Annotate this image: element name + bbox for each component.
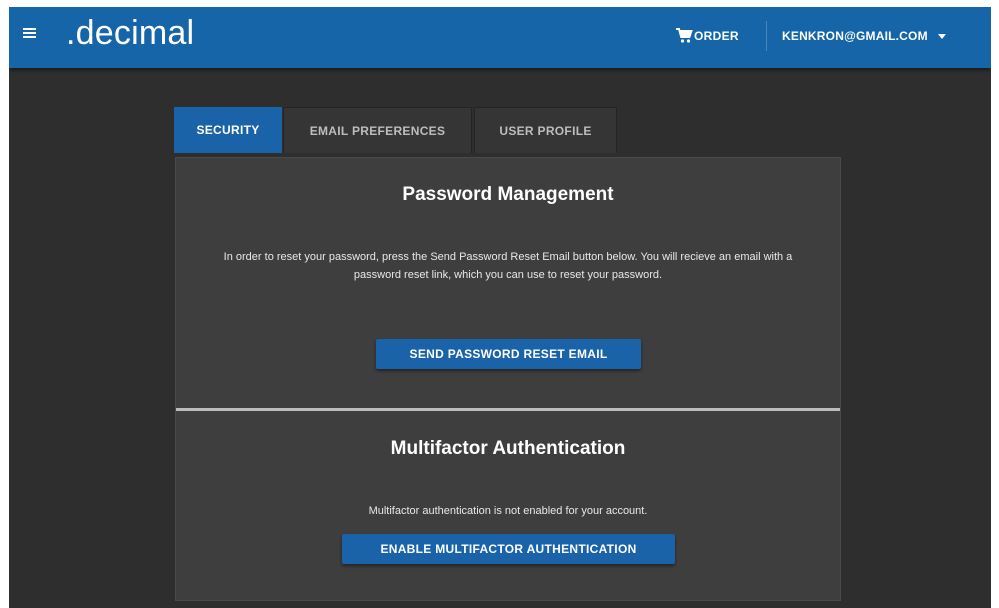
app-logo[interactable]: .decimal	[66, 13, 194, 53]
security-panel: Password Management In order to reset yo…	[175, 157, 841, 601]
send-password-reset-button[interactable]: SEND PASSWORD RESET EMAIL	[376, 339, 641, 369]
tab-email-preferences[interactable]: EMAIL PREFERENCES	[283, 107, 472, 153]
account-email-label: KENKRON@GMAIL.COM	[782, 29, 928, 43]
mfa-status-text: Multifactor authentication is not enable…	[368, 505, 648, 517]
account-menu-button[interactable]: KENKRON@GMAIL.COM	[782, 25, 946, 47]
order-label: ORDER	[694, 29, 739, 43]
chevron-down-icon	[937, 33, 946, 39]
top-navigation-bar: .decimal ORDER KENKRON@GMAIL.COM	[9, 7, 991, 68]
tab-user-profile[interactable]: USER PROFILE	[474, 107, 617, 153]
tab-security[interactable]: SECURITY	[174, 107, 282, 153]
password-management-title: Password Management	[402, 184, 614, 205]
password-reset-description: In order to reset your password, press t…	[223, 251, 793, 281]
mfa-title: Multifactor Authentication	[390, 438, 626, 459]
enable-mfa-button[interactable]: ENABLE MULTIFACTOR AUTHENTICATION	[342, 534, 675, 564]
order-button[interactable]: ORDER	[675, 25, 739, 47]
screenshot-frame: .decimal ORDER KENKRON@GMAIL.COM SECURIT…	[0, 0, 999, 608]
hamburger-menu-icon[interactable]	[23, 27, 39, 41]
section-divider	[176, 408, 840, 411]
nav-divider	[766, 21, 767, 51]
shopping-cart-icon	[676, 28, 693, 43]
app-window: .decimal ORDER KENKRON@GMAIL.COM SECURIT…	[9, 7, 991, 608]
